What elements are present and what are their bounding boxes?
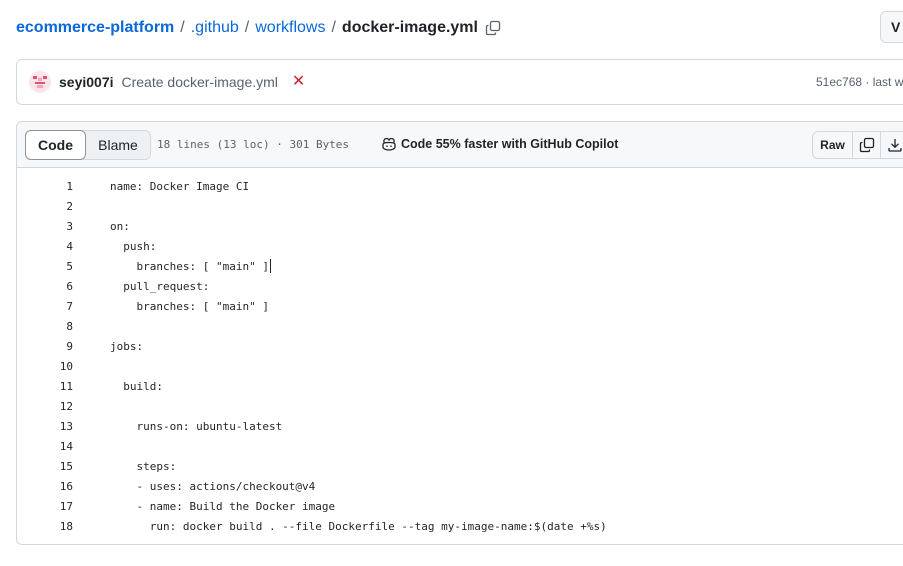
- latest-commit-bar: seyi007i Create docker-image.yml ✕ 51ec7…: [16, 59, 903, 105]
- line-number[interactable]: 5: [17, 260, 73, 273]
- code-line: 18 run: docker build . --file Dockerfile…: [17, 516, 607, 536]
- line-number[interactable]: 11: [17, 380, 73, 393]
- text-cursor: [269, 259, 272, 273]
- code-line: 5 branches: [ "main" ]: [17, 256, 607, 276]
- line-number[interactable]: 8: [17, 320, 73, 333]
- tab-code[interactable]: Code: [25, 130, 86, 160]
- line-number[interactable]: 16: [17, 480, 73, 493]
- code-line: 11 build:: [17, 376, 607, 396]
- code-line: 17 - name: Build the Docker image: [17, 496, 607, 516]
- line-number[interactable]: 3: [17, 220, 73, 233]
- x-icon[interactable]: ✕: [292, 74, 305, 90]
- line-number[interactable]: 13: [17, 420, 73, 433]
- line-number[interactable]: 17: [17, 500, 73, 513]
- code-line: 6 pull_request:: [17, 276, 607, 296]
- code-line: 4 push:: [17, 236, 607, 256]
- file-actions: Raw: [812, 131, 903, 159]
- copilot-icon: [381, 136, 397, 152]
- commit-author-link[interactable]: seyi007i: [59, 74, 114, 90]
- tab-blame[interactable]: Blame: [86, 131, 150, 159]
- avatar[interactable]: [29, 71, 51, 93]
- line-number[interactable]: 15: [17, 460, 73, 473]
- file-header: Code Blame 18 lines (13 loc) · 301 Bytes…: [17, 122, 903, 168]
- code-line-text: branches: [ "main" ]: [110, 259, 269, 273]
- code-line: 7 branches: [ "main" ]: [17, 296, 607, 316]
- code-line-text: run: docker build . --file Dockerfile --…: [110, 519, 607, 533]
- code-line: 2: [17, 196, 607, 216]
- code-line-text: steps:: [110, 459, 177, 473]
- code-blame-toggle: Code Blame: [25, 130, 151, 160]
- code-line: 14: [17, 436, 607, 456]
- code-line: 15 steps:: [17, 456, 607, 476]
- go-to-file-button[interactable]: V: [880, 11, 903, 43]
- line-number[interactable]: 10: [17, 360, 73, 373]
- code-line: 10: [17, 356, 607, 376]
- copy-path-icon[interactable]: [484, 19, 502, 37]
- code-line-text: push:: [110, 239, 157, 253]
- breadcrumb-repo-link[interactable]: ecommerce-platform: [16, 19, 174, 37]
- file-viewer: Code Blame 18 lines (13 loc) · 301 Bytes…: [16, 121, 903, 545]
- download-icon: [887, 137, 903, 153]
- commit-sha-and-time[interactable]: 51ec768 · last we: [816, 75, 903, 89]
- code-line-text: name: Docker Image CI: [110, 179, 250, 193]
- line-number[interactable]: 6: [17, 280, 73, 293]
- breadcrumb-separator: /: [180, 19, 185, 36]
- code-view[interactable]: 1 name: Docker Image CI 2 3 on: 4 push: 5 bran…: [17, 176, 607, 536]
- breadcrumb-workflows-folder-link[interactable]: workflows: [255, 19, 325, 37]
- code-line-text: jobs:: [110, 339, 144, 353]
- line-number[interactable]: 4: [17, 240, 73, 253]
- code-line: 9 jobs:: [17, 336, 607, 356]
- code-line-text: runs-on: ubuntu-latest: [110, 419, 283, 433]
- breadcrumb-github-folder-link[interactable]: .github: [191, 19, 239, 37]
- copy-raw-button[interactable]: [853, 132, 881, 158]
- code-line-text: pull_request:: [110, 279, 210, 293]
- code-line-text: branches: [ "main" ]: [110, 299, 269, 313]
- raw-button[interactable]: Raw: [813, 132, 853, 158]
- breadcrumb-separator: /: [244, 19, 250, 36]
- code-line-text: on:: [110, 219, 130, 233]
- line-number[interactable]: 12: [17, 400, 73, 413]
- code-line: 8: [17, 316, 607, 336]
- line-number[interactable]: 14: [17, 440, 73, 453]
- code-line-text: - name: Build the Docker image: [110, 499, 336, 513]
- code-line-text: - uses: actions/checkout@v4: [110, 479, 316, 493]
- code-line-text: build:: [110, 379, 163, 393]
- line-number[interactable]: 7: [17, 300, 73, 313]
- file-info: 18 lines (13 loc) · 301 Bytes: [157, 138, 350, 151]
- code-line: 1 name: Docker Image CI: [17, 176, 607, 196]
- download-raw-button[interactable]: [881, 132, 903, 158]
- code-line: 16 - uses: actions/checkout@v4: [17, 476, 607, 496]
- commit-message-link[interactable]: Create docker-image.yml: [122, 74, 278, 90]
- breadcrumb-separator: /: [331, 19, 336, 36]
- line-number[interactable]: 1: [17, 180, 73, 193]
- line-number[interactable]: 2: [17, 200, 73, 213]
- line-number[interactable]: 18: [17, 520, 73, 533]
- copilot-promo-text: Code 55% faster with GitHub Copilot: [401, 137, 619, 151]
- code-line: 12: [17, 396, 607, 416]
- line-number[interactable]: 9: [17, 340, 73, 353]
- code-line: 3 on:: [17, 216, 607, 236]
- breadcrumb: ecommerce-platform / .github / workflows…: [16, 16, 502, 40]
- code-line: 13 runs-on: ubuntu-latest: [17, 416, 607, 436]
- breadcrumb-file-name: docker-image.yml: [341, 19, 478, 36]
- copilot-promo[interactable]: Code 55% faster with GitHub Copilot: [381, 136, 618, 152]
- copy-icon: [859, 137, 875, 153]
